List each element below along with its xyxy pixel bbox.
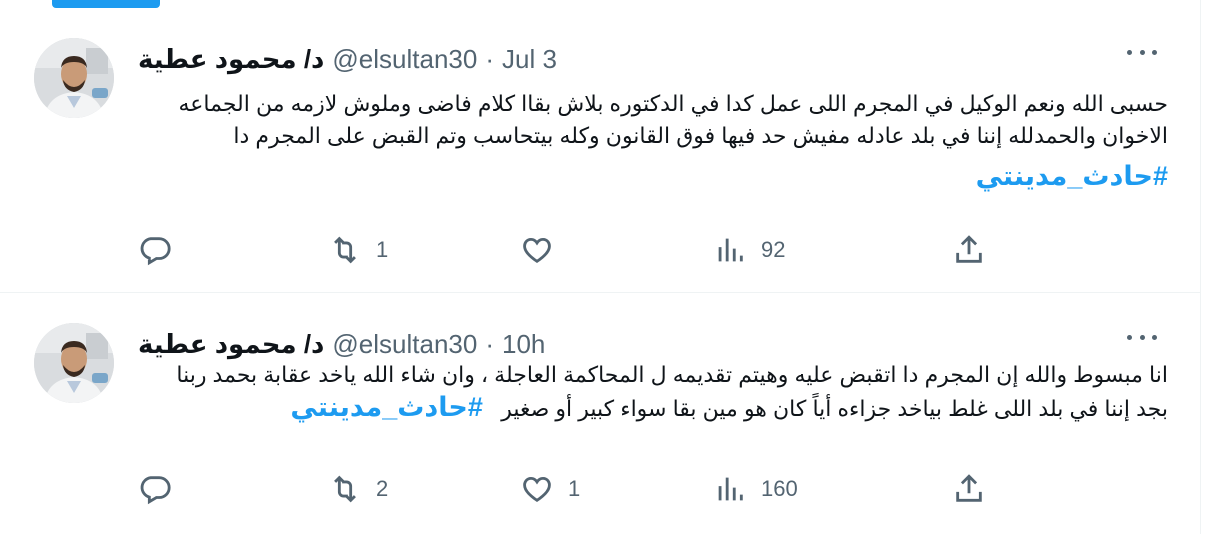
like-button[interactable]: 1: [520, 469, 580, 509]
more-icon[interactable]: [1127, 42, 1157, 62]
reply-icon: [140, 237, 171, 266]
author-name[interactable]: د/ محمود عطية: [138, 329, 324, 360]
tweet-text-line: حسبى الله ونعم الوكيل في المجرم اللى عمل…: [178, 91, 1168, 116]
heart-icon: [523, 476, 551, 502]
tweet-text-line: انا مبسوط والله إن المجرم دا اتقبض عليه …: [176, 362, 1168, 387]
author-handle[interactable]: @elsultan30: [332, 44, 477, 75]
retweet-icon: [334, 236, 356, 264]
tweet[interactable]: د/ محمود عطية @elsultan30 · 10h انا مبسو…: [0, 293, 1201, 534]
like-button[interactable]: [520, 230, 568, 270]
tweet-actions: 1 92: [138, 230, 998, 270]
retweet-button[interactable]: 2: [328, 469, 388, 509]
tab-active-indicator: [52, 0, 160, 8]
tweet-timestamp[interactable]: 10h: [502, 329, 545, 360]
share-button[interactable]: [952, 469, 986, 509]
timeline: د/ محمود عطية @elsultan30 · Jul 3 حسبى ا…: [0, 0, 1201, 534]
views-count: 92: [761, 237, 786, 262]
tweet-header: د/ محمود عطية @elsultan30 · 10h: [138, 329, 545, 359]
views-button[interactable]: 160: [713, 469, 798, 509]
like-count: 1: [568, 476, 581, 501]
separator-dot: ·: [485, 328, 495, 359]
share-icon: [956, 474, 982, 502]
tweet-text-line: الاخوان والحمدلله إننا في بلد عادله مفيش…: [233, 123, 1168, 148]
share-icon: [956, 235, 982, 263]
avatar[interactable]: [34, 323, 114, 403]
reply-icon: [140, 476, 171, 505]
tweet-timestamp[interactable]: Jul 3: [502, 44, 557, 75]
retweet-icon: [334, 475, 356, 503]
reply-button[interactable]: [138, 230, 186, 270]
tweet-header: د/ محمود عطية @elsultan30 · Jul 3: [138, 44, 557, 74]
avatar[interactable]: [34, 38, 114, 118]
share-button[interactable]: [952, 230, 986, 270]
tweet-actions: 2 1 160: [138, 469, 998, 509]
views-icon: [718, 238, 743, 262]
heart-icon: [523, 237, 551, 263]
tweet[interactable]: د/ محمود عطية @elsultan30 · Jul 3 حسبى ا…: [0, 8, 1201, 293]
views-count: 160: [761, 476, 798, 501]
retweet-count: 2: [376, 476, 389, 501]
separator-dot: ·: [485, 43, 495, 74]
tweet-text-fragment: بجد إننا في بلد اللى غلط بياخد جزاءه أيا…: [501, 396, 1168, 421]
views-icon: [718, 477, 743, 501]
tweet-text: حسبى الله ونعم الوكيل في المجرم اللى عمل…: [138, 88, 1168, 200]
reply-button[interactable]: [138, 469, 186, 509]
author-handle[interactable]: @elsultan30: [332, 329, 477, 360]
tweet-text-line: بجد إننا في بلد اللى غلط بياخد جزاءه أيا…: [138, 391, 1168, 423]
more-icon[interactable]: [1127, 327, 1157, 347]
hashtag-link[interactable]: #حادث_مدينتي: [976, 152, 1168, 200]
tweet-text: انا مبسوط والله إن المجرم دا اتقبض عليه …: [138, 359, 1168, 423]
retweet-button[interactable]: 1: [328, 230, 388, 270]
author-name[interactable]: د/ محمود عطية: [138, 44, 324, 75]
hashtag-link[interactable]: #حادث_مدينتي: [290, 391, 482, 423]
retweet-count: 1: [376, 237, 389, 262]
views-button[interactable]: 92: [713, 230, 785, 270]
